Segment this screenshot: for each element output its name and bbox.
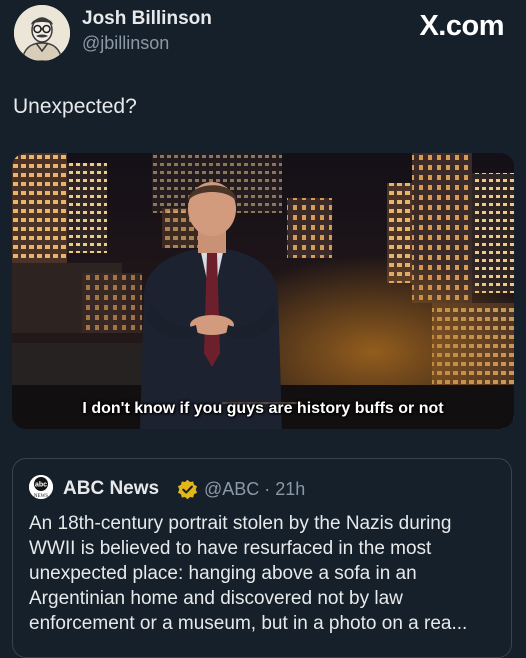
tweet-header: Josh Billinson @jbillinson X.com bbox=[0, 0, 526, 80]
abc-news-logo[interactable]: abc NEWS bbox=[29, 475, 53, 499]
verified-badge-icon bbox=[177, 479, 198, 500]
logo-mark: abc NEWS bbox=[29, 475, 53, 499]
author-name[interactable]: Josh Billinson bbox=[82, 8, 212, 30]
video-caption: I don't know if you guys are history buf… bbox=[82, 400, 444, 417]
quoted-author-name[interactable]: ABC News bbox=[63, 478, 159, 500]
author-handle[interactable]: @jbillinson bbox=[82, 33, 169, 54]
logo-text: abc bbox=[35, 482, 47, 489]
logo-subtext: NEWS bbox=[34, 494, 48, 499]
video-frame bbox=[12, 153, 514, 429]
quoted-line: unexpected place: hanging above a sofa i… bbox=[29, 563, 417, 584]
quoted-handle-time[interactable]: @ABC · 21h bbox=[204, 479, 305, 500]
quoted-line: enforcement or a museum, but in a photo … bbox=[29, 613, 468, 634]
avatar-illustration bbox=[14, 5, 70, 61]
post-text: Unexpected? bbox=[13, 95, 137, 118]
quoted-tweet[interactable]: abc NEWS ABC News @ABC · 21h An 18th-cen… bbox=[12, 458, 512, 658]
quoted-line: Argentinian home and discovered not by l… bbox=[29, 588, 403, 609]
quoted-line: An 18th-century portrait stolen by the N… bbox=[29, 513, 452, 534]
quoted-body: An 18th-century portrait stolen by the N… bbox=[29, 511, 507, 636]
post-media[interactable]: I don't know if you guys are history buf… bbox=[12, 153, 514, 429]
brand-watermark: X.com bbox=[419, 10, 504, 42]
author-avatar[interactable] bbox=[14, 5, 70, 61]
quoted-line: WWII is believed to have resurfaced in t… bbox=[29, 538, 432, 559]
